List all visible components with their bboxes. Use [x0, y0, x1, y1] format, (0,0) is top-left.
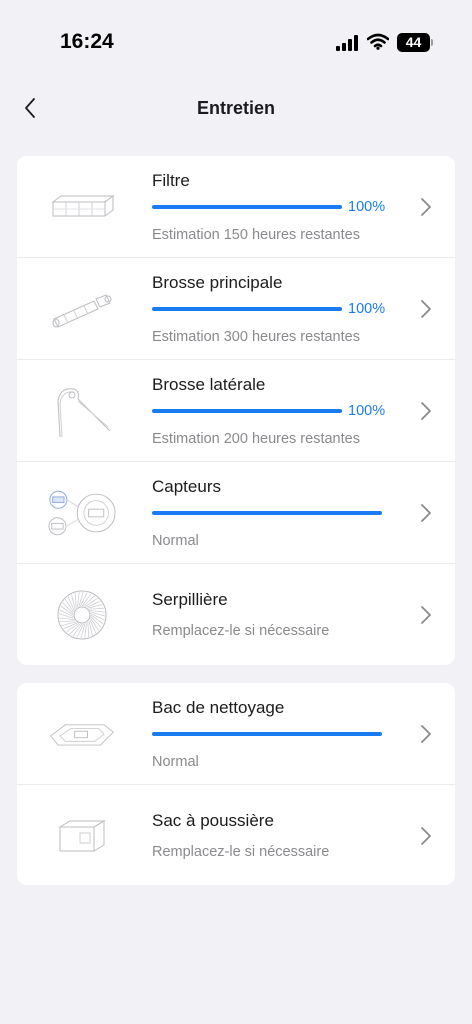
side-brush-icon — [47, 378, 117, 444]
progress-percent: 100% — [348, 301, 386, 317]
sensors-icon — [47, 480, 117, 546]
item-title: Filtre — [152, 171, 190, 190]
item-subtitle: Remplacez-le si nécessaire — [152, 623, 330, 639]
chevron-right-icon — [421, 504, 431, 522]
chevron-right-icon — [421, 827, 431, 845]
dust-bag-icon — [47, 803, 117, 869]
battery-icon: 44 — [397, 33, 433, 52]
item-subtitle: Estimation 150 heures restantes — [152, 227, 360, 243]
progress-bar — [152, 205, 342, 209]
battery-level: 44 — [397, 33, 430, 52]
maintenance-item-mop[interactable]: Serpillière Remplacez-le si nécessaire — [17, 564, 455, 665]
progress-bar — [152, 511, 382, 515]
progress-bar — [152, 732, 382, 736]
chevron-right-icon — [421, 725, 431, 743]
item-title: Sac à poussière — [152, 811, 274, 830]
item-title: Serpillière — [152, 590, 228, 609]
item-title: Capteurs — [152, 477, 221, 496]
item-subtitle: Normal — [152, 533, 199, 549]
progress-percent: 100% — [348, 403, 386, 419]
maintenance-item-sensors[interactable]: Capteurs Normal — [17, 462, 455, 564]
page-title: Entretien — [196, 98, 275, 118]
progress-fill — [152, 511, 382, 515]
progress-bar — [152, 409, 342, 413]
progress-fill — [152, 307, 342, 311]
cleaning-tray-icon — [47, 701, 117, 767]
filter-icon — [47, 174, 117, 240]
nav-bar: Entretien — [0, 80, 472, 136]
progress-bar — [152, 307, 342, 311]
chevron-right-icon — [421, 198, 431, 216]
item-subtitle: Estimation 300 heures restantes — [152, 329, 360, 345]
item-title: Brosse principale — [152, 273, 283, 292]
maintenance-item-main-brush[interactable]: Brosse principale 100% Estimation 300 he… — [17, 258, 455, 360]
main-brush-icon — [47, 276, 117, 342]
accessories-card: Bac de nettoyage Normal Sac à poussière … — [17, 683, 455, 885]
status-time: 16:24 — [60, 30, 114, 53]
maintenance-item-side-brush[interactable]: Brosse latérale 100% Estimation 200 heur… — [17, 360, 455, 462]
status-bar: 16:24 44 — [0, 0, 472, 80]
item-subtitle: Normal — [152, 754, 199, 770]
progress-fill — [152, 732, 382, 736]
mop-icon — [47, 582, 117, 648]
item-title: Brosse latérale — [152, 375, 266, 394]
item-subtitle: Remplacez-le si nécessaire — [152, 844, 330, 860]
accessory-item-dust-bag[interactable]: Sac à poussière Remplacez-le si nécessai… — [17, 785, 455, 885]
wifi-icon — [367, 33, 389, 50]
maintenance-card: Filtre 100% Estimation 150 heures restan… — [17, 156, 455, 665]
accessory-item-cleaning-tray[interactable]: Bac de nettoyage Normal — [17, 683, 455, 785]
maintenance-item-filter[interactable]: Filtre 100% Estimation 150 heures restan… — [17, 156, 455, 258]
item-subtitle: Estimation 200 heures restantes — [152, 431, 360, 447]
chevron-right-icon — [421, 402, 431, 420]
progress-fill — [152, 205, 342, 209]
progress-percent: 100% — [348, 199, 386, 215]
chevron-right-icon — [421, 606, 431, 624]
chevron-right-icon — [421, 300, 431, 318]
progress-fill — [152, 409, 342, 413]
signal-icon — [336, 35, 358, 51]
item-title: Bac de nettoyage — [152, 698, 285, 717]
